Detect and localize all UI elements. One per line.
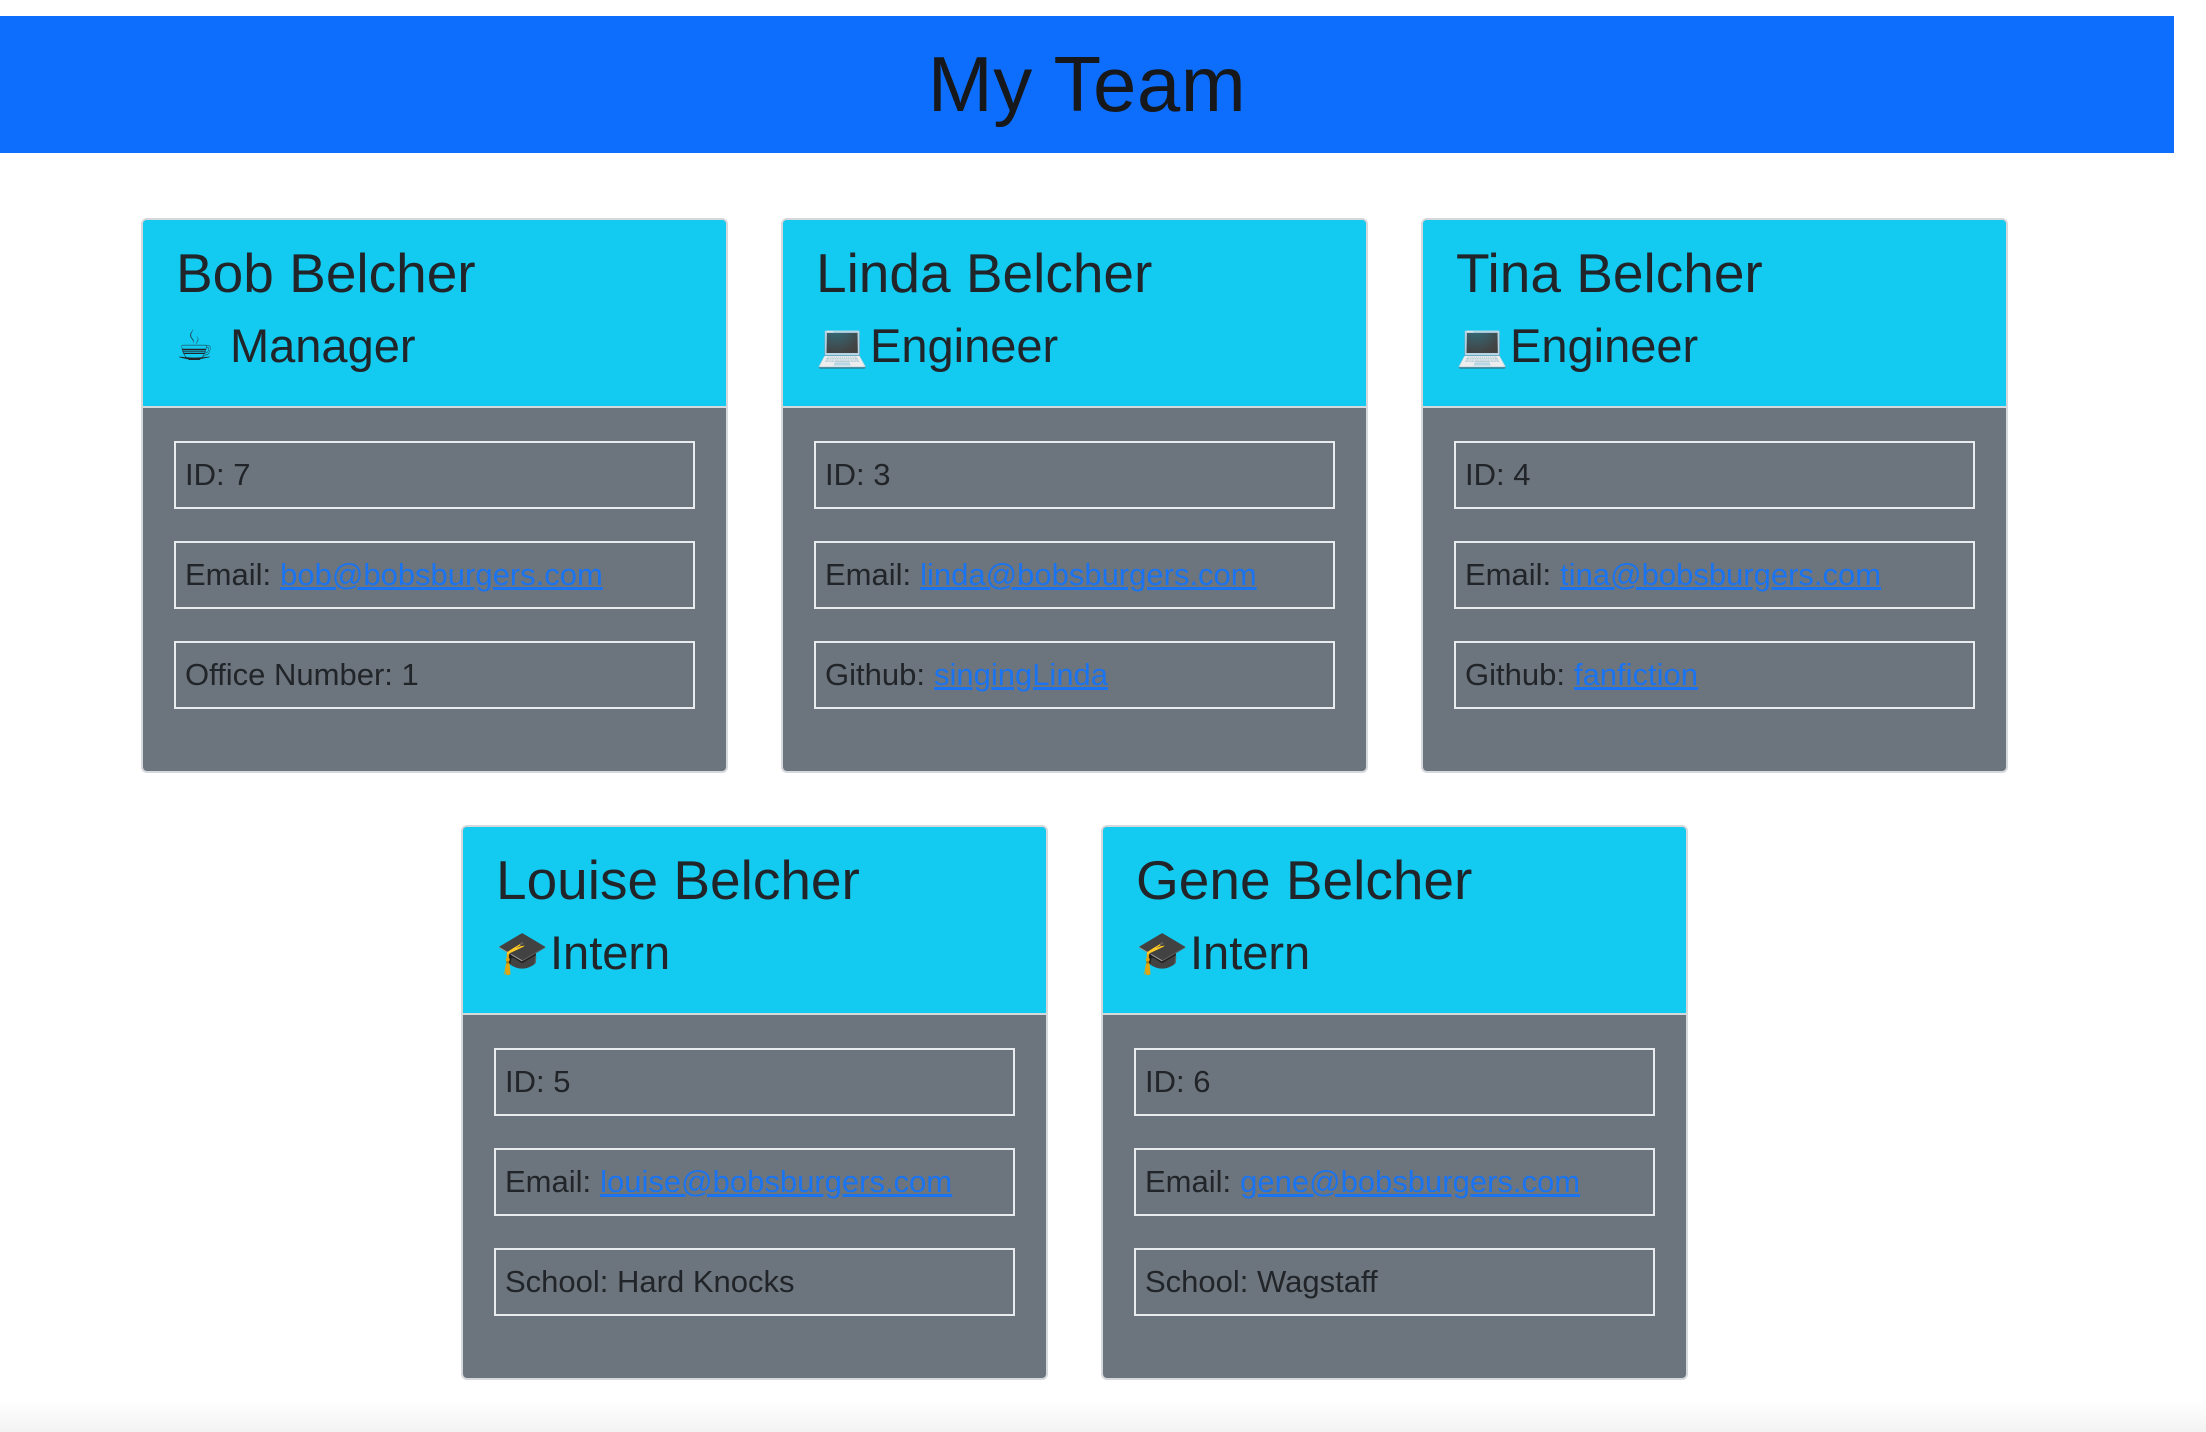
employee-card: Bob Belcher ☕ Manager ID: 7 Email: bob@b… — [141, 218, 728, 773]
employee-name: Louise Belcher — [496, 849, 860, 911]
github-link[interactable]: singingLinda — [934, 657, 1108, 693]
card-body: ID: 7 Email: bob@bobsburgers.com Office … — [143, 408, 726, 709]
graduation-cap-icon: 🎓 — [496, 928, 549, 977]
employee-role: 🎓 Intern — [496, 923, 1046, 983]
email-field: Email: louise@bobsburgers.com — [494, 1148, 1015, 1216]
id-field: ID: 4 — [1454, 441, 1975, 509]
employee-card: Louise Belcher 🎓 Intern ID: 5 Email: lou… — [461, 825, 1048, 1380]
employee-name: Tina Belcher — [1456, 242, 1763, 304]
email-link[interactable]: gene@bobsburgers.com — [1240, 1164, 1580, 1200]
card-header: Linda Belcher 💻 Engineer — [783, 220, 1366, 408]
page: My Team Bob Belcher ☕ Manager ID: 7 Emai… — [0, 0, 2206, 1432]
id-field: ID: 3 — [814, 441, 1335, 509]
card-header: Bob Belcher ☕ Manager — [143, 220, 726, 408]
employee-card: Gene Belcher 🎓 Intern ID: 6 Email: gene@… — [1101, 825, 1688, 1380]
office-number-field: Office Number: 1 — [174, 641, 695, 709]
card-header: Louise Belcher 🎓 Intern — [463, 827, 1046, 1015]
page-title: My Team — [927, 40, 1247, 128]
employee-role: 💻 Engineer — [816, 316, 1366, 376]
laptop-icon: 💻 — [1456, 321, 1509, 370]
email-field: Email: bob@bobsburgers.com — [174, 541, 695, 609]
employee-card: Linda Belcher 💻 Engineer ID: 3 Email: li… — [781, 218, 1368, 773]
card-body: ID: 6 Email: gene@bobsburgers.com School… — [1103, 1015, 1686, 1316]
employee-role: 💻 Engineer — [1456, 316, 2006, 376]
github-field: Github: singingLinda — [814, 641, 1335, 709]
email-field: Email: linda@bobsburgers.com — [814, 541, 1335, 609]
email-field: Email: tina@bobsburgers.com — [1454, 541, 1975, 609]
id-field: ID: 6 — [1134, 1048, 1655, 1116]
card-header: Gene Belcher 🎓 Intern — [1103, 827, 1686, 1015]
role-label: Engineer — [870, 319, 1059, 372]
employee-card: Tina Belcher 💻 Engineer ID: 4 Email: tin… — [1421, 218, 2008, 773]
role-label: Manager — [230, 319, 416, 372]
email-link[interactable]: bob@bobsburgers.com — [280, 557, 603, 593]
coffee-icon: ☕ — [176, 321, 214, 370]
school-field: School: Wagstaff — [1134, 1248, 1655, 1316]
employee-name: Bob Belcher — [176, 242, 476, 304]
page-header: My Team — [0, 16, 2174, 153]
card-body: ID: 3 Email: linda@bobsburgers.com Githu… — [783, 408, 1366, 709]
id-field: ID: 7 — [174, 441, 695, 509]
role-label: Intern — [550, 926, 671, 979]
role-label: Engineer — [1510, 319, 1699, 372]
email-field: Email: gene@bobsburgers.com — [1134, 1148, 1655, 1216]
employee-role: ☕ Manager — [176, 316, 726, 376]
card-body: ID: 4 Email: tina@bobsburgers.com Github… — [1423, 408, 2006, 709]
email-link[interactable]: linda@bobsburgers.com — [920, 557, 1256, 593]
school-field: School: Hard Knocks — [494, 1248, 1015, 1316]
page-bottom-edge — [0, 1400, 2206, 1432]
laptop-icon: 💻 — [816, 321, 869, 370]
graduation-cap-icon: 🎓 — [1136, 928, 1189, 977]
card-body: ID: 5 Email: louise@bobsburgers.com Scho… — [463, 1015, 1046, 1316]
email-link[interactable]: tina@bobsburgers.com — [1560, 557, 1881, 593]
employee-role: 🎓 Intern — [1136, 923, 1686, 983]
employee-name: Linda Belcher — [816, 242, 1153, 304]
email-link[interactable]: louise@bobsburgers.com — [600, 1164, 952, 1200]
id-field: ID: 5 — [494, 1048, 1015, 1116]
role-label: Intern — [1190, 926, 1311, 979]
employee-name: Gene Belcher — [1136, 849, 1473, 911]
github-field: Github: fanfiction — [1454, 641, 1975, 709]
github-link[interactable]: fanfiction — [1574, 657, 1698, 693]
card-header: Tina Belcher 💻 Engineer — [1423, 220, 2006, 408]
